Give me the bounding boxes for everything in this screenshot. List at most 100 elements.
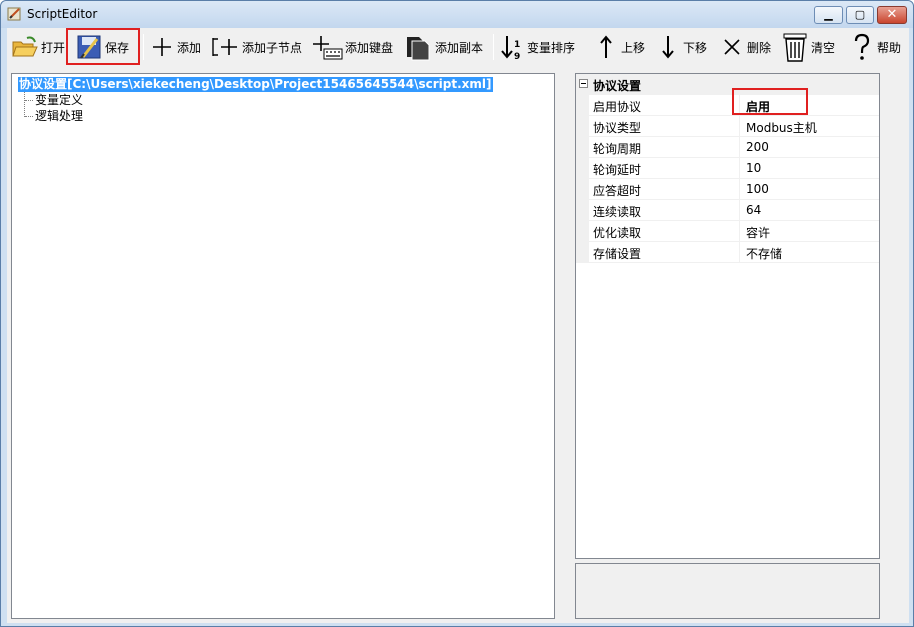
maximize-icon: ▢ xyxy=(854,8,866,21)
property-gutter xyxy=(576,200,589,221)
property-gutter xyxy=(576,116,589,137)
add-child-node-label: 添加子节点 xyxy=(242,40,303,55)
property-divider xyxy=(739,179,740,200)
property-gutter xyxy=(576,179,589,200)
tree-node-variable-definition[interactable]: 变量定义 xyxy=(35,93,83,108)
property-gutter xyxy=(576,242,589,263)
window-title: ScriptEditor xyxy=(27,7,98,21)
property-name: 轮询周期 xyxy=(593,142,642,156)
svg-text:9: 9 xyxy=(514,52,520,61)
property-gutter xyxy=(576,158,589,179)
property-row[interactable]: 协议类型 Modbus主机 xyxy=(576,116,879,137)
property-row[interactable]: 连续读取 64 xyxy=(576,200,879,221)
property-row[interactable]: 轮询延时 10 xyxy=(576,158,879,179)
property-divider xyxy=(739,116,740,137)
delete-x-icon xyxy=(724,39,740,55)
property-value[interactable]: 100 xyxy=(746,182,769,196)
collapse-toggle-icon[interactable] xyxy=(579,79,588,88)
enable-value-highlight-box xyxy=(732,88,808,115)
property-divider xyxy=(739,221,740,242)
tree-connector-line xyxy=(25,116,33,117)
client-area: 打开 保存 添加 添加子节点 添加键盘 添加副本 1 9 变量排序 上移 下移 … xyxy=(7,28,909,623)
property-divider xyxy=(739,158,740,179)
arrow-down-icon xyxy=(662,36,674,59)
move-up-button[interactable]: 上移 xyxy=(593,31,645,63)
tree-connector-line xyxy=(24,92,25,117)
property-category-label: 协议设置 xyxy=(593,79,642,93)
delete-button[interactable]: 删除 xyxy=(719,31,771,63)
move-up-label: 上移 xyxy=(621,40,646,55)
open-button[interactable]: 打开 xyxy=(11,31,65,63)
move-down-button[interactable]: 下移 xyxy=(655,31,707,63)
property-gutter xyxy=(576,95,589,116)
variable-sort-label: 变量排序 xyxy=(527,40,576,55)
property-row[interactable]: 优化读取 容许 xyxy=(576,221,879,242)
property-divider xyxy=(739,137,740,158)
property-value[interactable]: 10 xyxy=(746,161,761,175)
save-highlight-box xyxy=(66,28,140,65)
trash-icon xyxy=(783,33,807,62)
property-name: 协议类型 xyxy=(593,121,642,135)
add-keyboard-button[interactable]: 添加键盘 xyxy=(311,31,393,63)
property-value[interactable]: 64 xyxy=(746,203,761,217)
maximize-button[interactable]: ▢ xyxy=(846,6,874,24)
property-name: 轮询延时 xyxy=(593,163,642,177)
folder-open-icon xyxy=(12,36,38,57)
clear-label: 清空 xyxy=(811,40,836,55)
toolbar-separator xyxy=(493,34,494,60)
property-gutter xyxy=(576,137,589,158)
svg-text:1: 1 xyxy=(514,40,520,50)
property-value[interactable]: 容许 xyxy=(746,224,770,241)
property-row[interactable]: 应答超时 100 xyxy=(576,179,879,200)
minimize-button[interactable]: ▁ xyxy=(814,6,843,24)
tree-node-logic-processing[interactable]: 逻辑处理 xyxy=(35,109,83,124)
toolbar-separator xyxy=(143,34,144,60)
arrow-up-icon xyxy=(600,35,612,58)
property-name: 应答超时 xyxy=(593,184,642,198)
help-button[interactable]: 帮助 xyxy=(849,31,901,63)
property-row[interactable]: 启用协议 启用 xyxy=(576,95,879,116)
property-name: 启用协议 xyxy=(593,100,642,114)
title-bar[interactable]: ScriptEditor ▁ ▢ ✕ xyxy=(1,1,913,28)
add-copy-label: 添加副本 xyxy=(435,40,484,55)
tree-root-node[interactable]: 协议设置[C:\Users\xiekecheng\Desktop\Project… xyxy=(18,77,493,92)
copy-icon xyxy=(407,37,430,61)
add-button[interactable]: 添加 xyxy=(149,31,201,63)
script-editor-window: ScriptEditor ▁ ▢ ✕ 打开 保存 添加 添加子节点 添加键盘 添… xyxy=(0,0,914,627)
toolbar: 打开 保存 添加 添加子节点 添加键盘 添加副本 1 9 变量排序 上移 下移 … xyxy=(7,28,909,66)
property-value[interactable]: 不存储 xyxy=(746,245,782,262)
tree-connector-line xyxy=(25,100,33,101)
property-name: 存储设置 xyxy=(593,247,642,261)
close-icon: ✕ xyxy=(886,7,898,22)
property-grid: 协议设置 启用协议 启用 协议类型 Modbus主机 轮询周期 200 轮询延时… xyxy=(575,73,880,559)
property-value[interactable]: Modbus主机 xyxy=(746,119,817,136)
property-divider xyxy=(739,200,740,221)
property-row[interactable]: 轮询周期 200 xyxy=(576,137,879,158)
add-child-node-button[interactable]: 添加子节点 xyxy=(210,31,302,63)
minimize-icon: ▁ xyxy=(824,8,833,21)
property-row[interactable]: 存储设置 不存储 xyxy=(576,242,879,263)
move-down-label: 下移 xyxy=(683,40,708,55)
clear-button[interactable]: 清空 xyxy=(781,31,835,63)
property-gutter xyxy=(576,221,589,242)
plus-icon xyxy=(153,38,171,56)
sort-icon: 1 9 xyxy=(501,36,520,61)
app-icon xyxy=(7,7,21,21)
add-keyboard-label: 添加键盘 xyxy=(345,40,394,55)
open-label: 打开 xyxy=(41,40,66,55)
add-label: 添加 xyxy=(177,40,202,55)
property-category-row[interactable]: 协议设置 xyxy=(576,74,879,95)
delete-label: 删除 xyxy=(747,40,772,55)
property-divider xyxy=(739,242,740,263)
help-question-icon xyxy=(854,33,870,60)
property-value[interactable]: 200 xyxy=(746,140,769,154)
close-button[interactable]: ✕ xyxy=(877,6,907,24)
add-copy-button[interactable]: 添加副本 xyxy=(403,31,483,63)
property-description-panel xyxy=(575,563,880,619)
variable-sort-button[interactable]: 1 9 变量排序 xyxy=(499,31,575,63)
help-label: 帮助 xyxy=(877,40,902,55)
add-keyboard-icon xyxy=(313,36,343,60)
property-name: 连续读取 xyxy=(593,205,642,219)
property-name: 优化读取 xyxy=(593,226,642,240)
project-tree-view[interactable]: 协议设置[C:\Users\xiekecheng\Desktop\Project… xyxy=(11,73,555,619)
